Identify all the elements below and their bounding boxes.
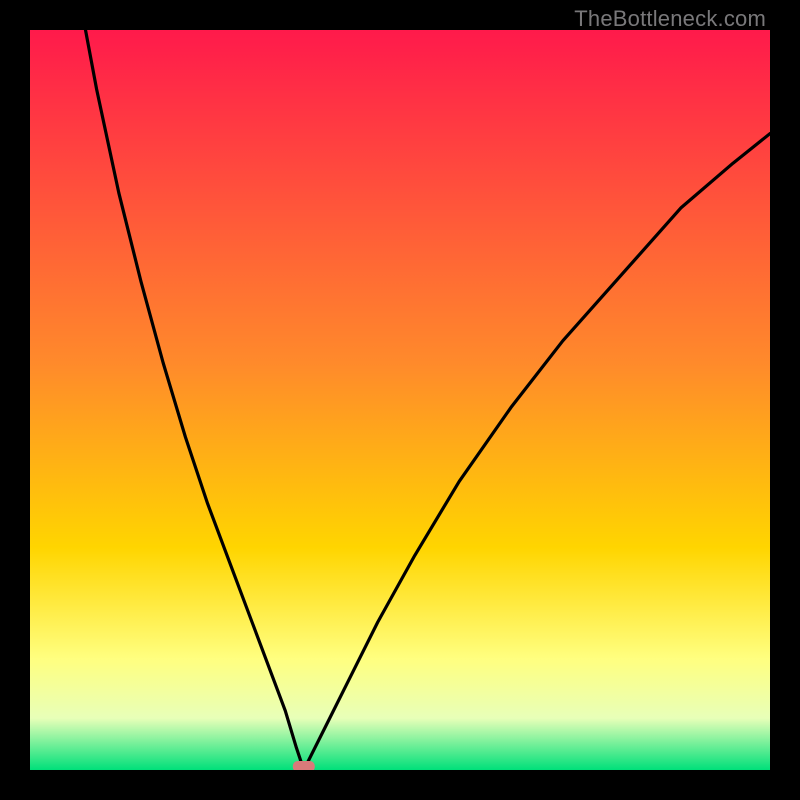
gradient-background: [30, 30, 770, 770]
minimum-marker: [293, 761, 315, 770]
watermark-text: TheBottleneck.com: [574, 6, 766, 32]
bottleneck-chart: [30, 30, 770, 770]
chart-frame: [30, 30, 770, 770]
